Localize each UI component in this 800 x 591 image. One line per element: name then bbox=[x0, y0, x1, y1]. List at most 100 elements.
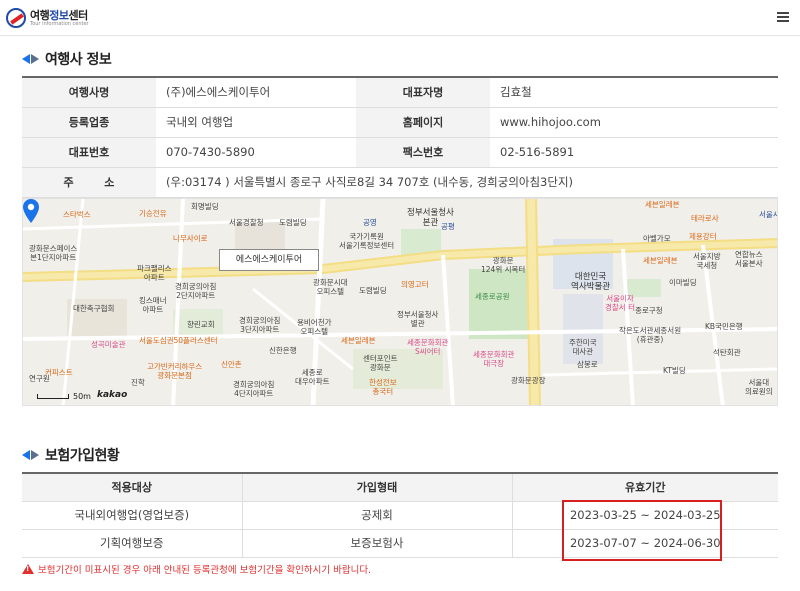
label-company-name: 여행사명 bbox=[22, 77, 156, 108]
map-label: 경희궁의아침 3단지아파트 bbox=[239, 316, 281, 334]
location-map[interactable]: 회명빌딩 스타벅스 기승전유 서울경찰청 도렴빌딩 공영 정부서울청사 본관 광… bbox=[22, 198, 778, 406]
section-arrow-icon bbox=[22, 54, 39, 64]
map-label: 정부서울청사 별관 bbox=[397, 310, 439, 328]
label-fax: 팩스번호 bbox=[356, 137, 490, 168]
map-label: 용비어천가 오피스텔 bbox=[297, 318, 332, 336]
map-label: 테라로사 bbox=[691, 214, 719, 223]
value-homepage-link[interactable]: www.hihojoo.com bbox=[490, 107, 778, 138]
map-label: 한성전보 총국터 bbox=[369, 378, 397, 396]
value-fax: 02-516-5891 bbox=[490, 137, 778, 168]
map-label: 공영 bbox=[363, 218, 377, 227]
col-header-target: 적용대상 bbox=[22, 473, 243, 502]
map-brand-logo[interactable]: kakao bbox=[97, 390, 127, 400]
label-representative: 대표자명 bbox=[356, 77, 490, 108]
map-label: 경희궁의아침 4단지아파트 bbox=[233, 380, 275, 398]
insurance-section-heading: 보험가입현황 bbox=[45, 448, 120, 464]
notice-text: 보험기간이 미표시된 경우 아래 안내된 등록관청에 보험기간을 확인하시기 바… bbox=[38, 565, 372, 576]
map-label: 대한민국 역사박물관 bbox=[571, 272, 611, 292]
map-label: 세종문화회관 대극장 bbox=[473, 350, 515, 368]
value-representative: 김효철 bbox=[490, 77, 778, 108]
map-label: 진학 bbox=[131, 378, 145, 387]
map-label: 서울시 bbox=[759, 210, 778, 219]
map-label: 서울지방 국세청 bbox=[693, 252, 721, 270]
map-callout: 에스에스케이투어 bbox=[219, 249, 319, 271]
map-label: 서울도심권50플러스센터 bbox=[139, 336, 218, 345]
map-label: 도렴빌딩 bbox=[279, 218, 307, 227]
cell-target: 기획여행보증 bbox=[22, 529, 243, 558]
value-main-phone: 070-7430-5890 bbox=[156, 137, 356, 168]
section-arrow-icon bbox=[22, 450, 39, 460]
map-label: 국가기록원 서울기록정보센터 bbox=[339, 232, 395, 250]
site-logo[interactable]: 여행정보센터 Tour information center bbox=[6, 6, 89, 30]
value-company-name: (주)에스에스케이투어 bbox=[156, 77, 356, 108]
map-label: 고가빈커리하우스 광화문본점 bbox=[147, 362, 203, 380]
table-row: 기획여행보증 보증보험사 2023-07-07 ~ 2024-06-30 bbox=[22, 529, 778, 558]
logo-subtitle: Tour information center bbox=[30, 20, 89, 27]
warning-icon bbox=[22, 564, 34, 574]
map-label: 삼봉로 bbox=[577, 360, 598, 369]
table-row: 국내외여행업(영업보증) 공제회 2023-03-25 ~ 2024-03-25 bbox=[22, 501, 778, 530]
logo-text: 여행정보센터 Tour information center bbox=[30, 10, 89, 27]
map-label: 석탄회관 bbox=[713, 348, 741, 357]
table-header-row: 적용대상 가입형태 유효기간 bbox=[22, 473, 778, 502]
map-label: 세종문화회관 S씨어터 bbox=[407, 338, 449, 356]
cell-type: 보증보험사 bbox=[242, 529, 513, 558]
label-address: 주 소 bbox=[22, 167, 156, 198]
table-row: 대표번호 070-7430-5890 팩스번호 02-516-5891 bbox=[22, 137, 778, 168]
map-label: 세븐일레븐 bbox=[341, 336, 376, 345]
map-label: 세종로공원 bbox=[475, 292, 510, 301]
label-main-phone: 대표번호 bbox=[22, 137, 156, 168]
map-label: 세븐일레븐 bbox=[643, 256, 678, 265]
value-address: (우:03174 ) 서울특별시 종로구 사직로8길 34 707호 (내수동,… bbox=[156, 167, 778, 198]
table-row: 주 소 (우:03174 ) 서울특별시 종로구 사직로8길 34 707호 (… bbox=[22, 167, 778, 198]
map-label: 파크팰리스 아파트 bbox=[137, 264, 172, 282]
map-label: 대한축구협회 bbox=[73, 304, 115, 313]
map-label: 서울이자 경찰서 터 bbox=[605, 294, 635, 312]
map-label: 세종로 대우아파트 bbox=[295, 368, 330, 386]
map-label: 회명빌딩 bbox=[191, 202, 219, 211]
map-label: 킹스매너 아파트 bbox=[139, 296, 167, 314]
map-label: 주한미국 대사관 bbox=[569, 338, 597, 356]
map-label: 제용강터 bbox=[689, 232, 717, 241]
col-header-period: 유효기간 bbox=[512, 473, 778, 502]
map-label: 작은도서관세종서원 (휴관중) bbox=[619, 326, 682, 344]
section-title-agency: 여행사 정보 bbox=[22, 48, 112, 70]
map-label: 연구원 bbox=[29, 374, 50, 383]
map-label: 스타벅스 bbox=[63, 210, 91, 219]
map-label: 서울대 의료원의 bbox=[745, 378, 773, 396]
table-row: 등록업종 국내외 여행업 홈페이지 www.hihojoo.com bbox=[22, 107, 778, 138]
map-label: 성곡미술관 bbox=[91, 340, 126, 349]
map-label: 광화문스페이스 본1단지아파트 bbox=[29, 244, 78, 262]
label-business-type: 등록업종 bbox=[22, 107, 156, 138]
map-label: 종로구청 bbox=[635, 306, 663, 315]
top-bar: 여행정보센터 Tour information center bbox=[0, 0, 800, 36]
label-homepage: 홈페이지 bbox=[356, 107, 490, 138]
map-label: 공평 bbox=[441, 222, 455, 231]
hamburger-menu-icon[interactable] bbox=[776, 10, 790, 24]
map-label: KT빌딩 bbox=[663, 366, 686, 375]
map-label: 세븐일레븐 bbox=[645, 200, 680, 209]
cell-period: 2023-03-25 ~ 2024-03-25 bbox=[512, 501, 778, 530]
logo-mark-icon bbox=[6, 8, 26, 28]
map-label: 아벨가모 bbox=[643, 234, 671, 243]
map-label: 서울경찰청 bbox=[229, 218, 264, 227]
map-label: 신한은행 bbox=[269, 346, 297, 355]
map-label: 광화문시대 오피스텔 bbox=[313, 278, 348, 296]
section-title-insurance: 보험가입현황 bbox=[22, 444, 120, 466]
map-label: 연합뉴스 서울본사 bbox=[735, 250, 763, 268]
value-business-type: 국내외 여행업 bbox=[156, 107, 356, 138]
map-label: KB국민은행 bbox=[705, 322, 743, 331]
map-marker-icon[interactable] bbox=[23, 199, 39, 223]
map-label: 향린교회 bbox=[187, 320, 215, 329]
map-label: 이마빌딩 bbox=[669, 278, 697, 287]
map-label: 기승전유 bbox=[139, 209, 167, 218]
map-label: 광화문 124위 시복터 bbox=[481, 256, 526, 274]
map-label: 센터포인트 광화문 bbox=[363, 354, 398, 372]
cell-target: 국내외여행업(영업보증) bbox=[22, 501, 243, 530]
cell-period: 2023-07-07 ~ 2024-06-30 bbox=[512, 529, 778, 558]
insurance-notice: 보험기간이 미표시된 경우 아래 안내된 등록관청에 보험기간을 확인하시기 바… bbox=[22, 562, 371, 576]
agency-info-table: 여행사명 (주)에스에스케이투어 대표자명 김효철 등록업종 국내외 여행업 홈… bbox=[22, 76, 778, 198]
logo-title: 여행정보센터 bbox=[30, 8, 88, 22]
map-scale: 50m bbox=[37, 392, 91, 401]
map-label: 도렴빌딩 bbox=[359, 286, 387, 295]
